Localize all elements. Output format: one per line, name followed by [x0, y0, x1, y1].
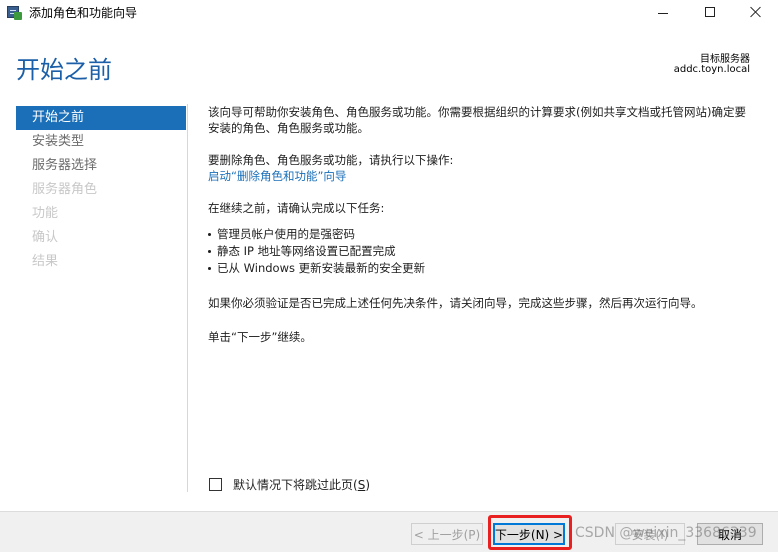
target-server-label: 目标服务器: [700, 54, 750, 65]
nav-item-before-you-begin[interactable]: 开始之前: [16, 106, 186, 130]
previous-button[interactable]: < 上一步(P): [411, 523, 483, 545]
list-item: 静态 IP 地址等网络设置已配置完成: [208, 243, 753, 260]
list-item: 管理员帐户使用的是强密码: [208, 226, 753, 243]
page-title: 开始之前: [16, 56, 112, 84]
task-list: 管理员帐户使用的是强密码 静态 IP 地址等网络设置已配置完成 已从 Windo…: [208, 226, 753, 277]
server-manager-icon: [6, 4, 22, 20]
remove-instructions: 要删除角色、角色服务或功能，请执行以下操作:: [208, 153, 454, 167]
skip-page-label[interactable]: 默认情况下将跳过此页(S): [233, 476, 370, 493]
nav-item-results: 结果: [32, 254, 59, 269]
content-pane: 该向导可帮助你安装角色、角色服务或功能。你需要根据组织的计算要求(例如共享文档或…: [208, 104, 753, 345]
maximize-icon: [705, 7, 715, 17]
nav-item-server-selection[interactable]: 服务器选择: [16, 154, 186, 178]
list-item: 已从 Windows 更新安装最新的安全更新: [208, 260, 753, 277]
nav-item-installation-type[interactable]: 安装类型: [16, 130, 186, 154]
cancel-button[interactable]: 取消: [697, 523, 763, 545]
nav-item-confirmation: 确认: [32, 230, 59, 245]
target-server-name: addc.toyn.local: [673, 64, 750, 75]
verify-text: 如果你必须验证是否已完成上述任何先决条件，请关闭向导，完成这些步骤，然后再次运行…: [208, 296, 703, 310]
click-next-text: 单击“下一步”继续。: [208, 330, 312, 344]
intro-text: 该向导可帮助你安装角色、角色服务或功能。你需要根据组织的计算要求(例如共享文档或…: [208, 105, 746, 135]
window-title: 添加角色和功能向导: [29, 5, 138, 20]
minimize-button[interactable]: [640, 0, 686, 24]
close-button[interactable]: [733, 0, 778, 24]
remove-roles-link[interactable]: 启动“删除角色和功能”向导: [208, 168, 753, 184]
title-bar: 添加角色和功能向导: [0, 0, 778, 24]
nav-item-server-roles: 服务器角色: [32, 182, 98, 197]
maximize-button[interactable]: [687, 0, 733, 24]
skip-page-checkbox[interactable]: [209, 478, 222, 491]
nav-divider: [187, 104, 188, 492]
nav-item-features: 功能: [32, 206, 59, 221]
skip-page-option[interactable]: 默认情况下将跳过此页(S): [209, 476, 370, 493]
install-button[interactable]: 安装(I): [615, 523, 685, 545]
before-continue-text: 在继续之前，请确认完成以下任务:: [208, 201, 385, 215]
wizard-header: 开始之前 目标服务器 addc.toyn.local: [0, 24, 778, 98]
minimize-icon: [658, 12, 668, 14]
close-icon: [750, 6, 762, 18]
next-button[interactable]: 下一步(N) >: [493, 523, 565, 545]
wizard-nav: 开始之前 安装类型 服务器选择 服务器角色 功能 确认 结果: [16, 106, 186, 274]
